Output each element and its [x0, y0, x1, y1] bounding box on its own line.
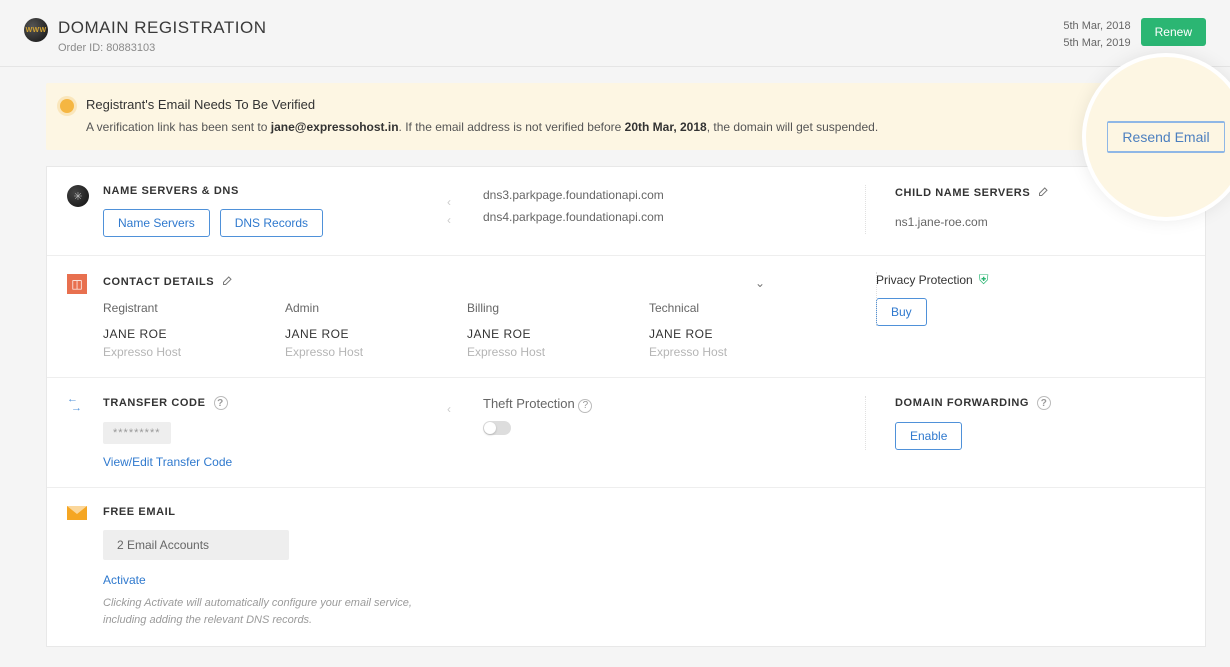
section-nameservers: ✳ NAME SERVERS & DNS Name Servers DNS Re… — [47, 167, 1205, 256]
renew-button[interactable]: Renew — [1141, 18, 1206, 46]
activate-link[interactable]: Activate — [103, 573, 146, 587]
www-icon: WWW — [24, 18, 48, 42]
verify-email-alert: Registrant's Email Needs To Be Verified … — [46, 83, 1206, 150]
child-ns-value: ns1.jane-roe.com — [895, 212, 1185, 234]
resend-email-button[interactable]: Resend Email — [1107, 121, 1224, 153]
contact-technical: Technical JANE ROE Expresso Host — [649, 301, 819, 359]
alert-status-icon — [60, 99, 74, 113]
forward-title-text: DOMAIN FORWARDING — [895, 397, 1029, 409]
ns-middle: ‹ ‹ dns3.parkpage.foundationapi.com dns4… — [453, 185, 865, 228]
caret-icon: ‹ — [447, 402, 451, 416]
name-servers-button[interactable]: Name Servers — [103, 209, 210, 237]
caret-icon: ‹ — [447, 195, 451, 209]
help-icon[interactable]: ? — [578, 399, 592, 413]
section-contacts: ◫ CONTACT DETAILS ⌄ Registrant JANE ROE … — [47, 256, 1205, 378]
contact-billing: Billing JANE ROE Expresso Host — [467, 301, 637, 359]
transfer-middle: ‹ Theft Protection ? — [453, 396, 865, 438]
privacy-box: Privacy Protection ⛨ Buy — [876, 272, 1176, 326]
alert-body-mid: . If the email address is not verified b… — [399, 120, 625, 134]
page-header: WWW DOMAIN REGISTRATION Order ID: 808831… — [0, 18, 1230, 67]
transfer-title: TRANSFER CODE ? — [103, 396, 453, 410]
edit-icon[interactable] — [1038, 185, 1050, 200]
help-icon[interactable]: ? — [1037, 396, 1051, 410]
forward-title: DOMAIN FORWARDING ? — [895, 396, 1185, 410]
contact-label: Billing — [467, 301, 637, 315]
order-id-value: 80883103 — [106, 42, 155, 54]
contact-admin: Admin JANE ROE Expresso Host — [285, 301, 455, 359]
contact-registrant: Registrant JANE ROE Expresso Host — [103, 301, 273, 359]
contact-name: JANE ROE — [103, 327, 273, 341]
edit-icon[interactable] — [222, 274, 234, 289]
shield-icon: ⛨ — [979, 272, 989, 288]
ns-left: NAME SERVERS & DNS Name Servers DNS Reco… — [103, 185, 453, 237]
email-accounts-chip: 2 Email Accounts — [103, 530, 289, 560]
privacy-title-text: Privacy Protection — [876, 273, 973, 287]
contact-name: JANE ROE — [467, 327, 637, 341]
child-ns-title-text: CHILD NAME SERVERS — [895, 187, 1030, 199]
transfer-code-masked: ********* — [103, 422, 171, 444]
globe-icon: ✳ — [67, 185, 89, 207]
contact-label: Admin — [285, 301, 455, 315]
theft-title: Theft Protection ? — [483, 396, 865, 413]
section-transfer: TRANSFER CODE ? ********* View/Edit Tran… — [47, 378, 1205, 488]
page-title: DOMAIN REGISTRATION — [58, 18, 266, 38]
caret-icon: ‹ — [447, 213, 451, 227]
transfer-left: TRANSFER CODE ? ********* View/Edit Tran… — [103, 396, 453, 469]
child-ns-title: CHILD NAME SERVERS — [895, 185, 1185, 200]
header-dates: 5th Mar, 2018 5th Mar, 2019 — [1063, 18, 1130, 51]
contact-label: Registrant — [103, 301, 273, 315]
alert-email: jane@expressohost.in — [271, 120, 399, 134]
date-start: 5th Mar, 2018 — [1063, 18, 1130, 35]
activate-note: Clicking Activate will automatically con… — [103, 595, 443, 628]
dns-records-button[interactable]: DNS Records — [220, 209, 323, 237]
free-email-title: FREE EMAIL — [103, 506, 1185, 518]
privacy-title: Privacy Protection ⛨ — [876, 272, 1176, 288]
page-root: WWW DOMAIN REGISTRATION Order ID: 808831… — [0, 0, 1230, 667]
section-free-email: FREE EMAIL 2 Email Accounts Activate Cli… — [47, 488, 1205, 646]
date-end: 5th Mar, 2019 — [1063, 35, 1130, 52]
alert-body: A verification link has been sent to jan… — [86, 118, 976, 136]
ns-value-2: dns4.parkpage.foundationapi.com — [483, 207, 865, 229]
contact-icon: ◫ — [67, 274, 89, 296]
contact-name: JANE ROE — [649, 327, 819, 341]
transfer-title-text: TRANSFER CODE — [103, 397, 206, 409]
alert-deadline: 20th Mar, 2018 — [625, 120, 707, 134]
fade-mask — [103, 357, 785, 377]
header-icon-col: WWW — [24, 18, 58, 42]
view-edit-transfer-link[interactable]: View/Edit Transfer Code — [103, 455, 232, 469]
main-card: ✳ NAME SERVERS & DNS Name Servers DNS Re… — [46, 166, 1206, 647]
contacts-title-text: CONTACT DETAILS — [103, 276, 214, 288]
transfer-right: DOMAIN FORWARDING ? Enable — [865, 396, 1185, 450]
ns-value-1: dns3.parkpage.foundationapi.com — [483, 185, 865, 207]
theft-title-text: Theft Protection — [483, 396, 575, 411]
transfer-icon — [67, 396, 89, 418]
theft-toggle[interactable] — [483, 421, 511, 435]
enable-button[interactable]: Enable — [895, 422, 962, 450]
buy-button[interactable]: Buy — [876, 298, 927, 326]
order-id-label: Order ID: — [58, 42, 103, 54]
order-id-line: Order ID: 80883103 — [58, 42, 266, 54]
alert-title: Registrant's Email Needs To Be Verified — [86, 97, 976, 112]
ns-right: CHILD NAME SERVERS ns1.jane-roe.com — [865, 185, 1185, 234]
chevron-down-icon[interactable]: ⌄ — [755, 276, 765, 290]
contact-label: Technical — [649, 301, 819, 315]
ns-title: NAME SERVERS & DNS — [103, 185, 453, 197]
alert-body-post: , the domain will get suspended. — [707, 120, 878, 134]
mail-icon — [67, 506, 89, 528]
alert-body-pre: A verification link has been sent to — [86, 120, 271, 134]
contact-name: JANE ROE — [285, 327, 455, 341]
help-icon[interactable]: ? — [214, 396, 228, 410]
header-titles: DOMAIN REGISTRATION Order ID: 80883103 — [58, 18, 266, 54]
